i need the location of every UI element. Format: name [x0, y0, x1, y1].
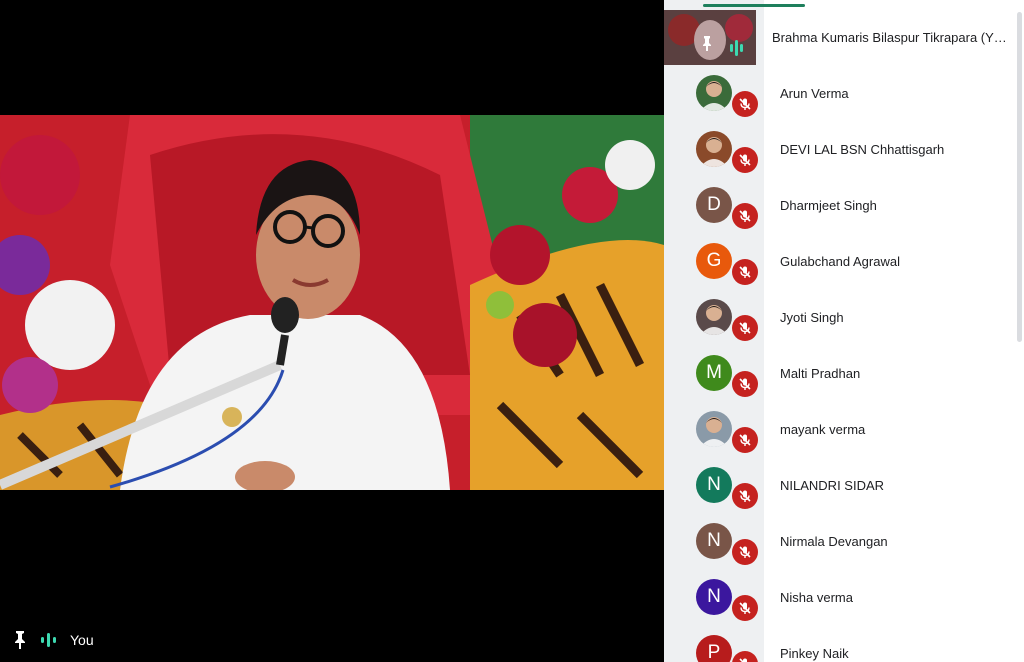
- mic-off-icon: [732, 427, 758, 453]
- speaker-video: [0, 115, 664, 490]
- participant-row[interactable]: D Dharmjeet Singh: [664, 187, 1014, 243]
- participant-name: Pinkey Naik: [780, 646, 849, 661]
- participant-name: DEVI LAL BSN Chhattisgarh: [780, 142, 945, 157]
- participants-scrollbar[interactable]: [1017, 12, 1022, 342]
- participant-row[interactable]: N Nirmala Devangan: [664, 523, 1014, 579]
- participant-name: NILANDRI SIDAR: [780, 478, 885, 493]
- mic-off-icon: [732, 539, 758, 565]
- mic-off-icon: [732, 483, 758, 509]
- participant-initial-avatar: M: [696, 355, 732, 391]
- participant-row[interactable]: P Pinkey Naik: [664, 635, 1014, 662]
- participant-row[interactable]: Jyoti Singh: [664, 299, 1014, 355]
- presenter-tile[interactable]: Brahma Kumaris Bilaspur Tikrapara (Y…: [664, 8, 1024, 66]
- active-tab-indicator: [703, 4, 805, 7]
- audio-level-icon: [41, 633, 56, 647]
- participant-initial-avatar: G: [696, 243, 732, 279]
- participant-initial: D: [707, 194, 721, 215]
- participant-initial-avatar: N: [696, 467, 732, 503]
- participant-photo-avatar: [696, 75, 732, 111]
- participant-initial: P: [707, 642, 721, 662]
- participant-name: mayank verma: [780, 422, 866, 437]
- mic-off-icon: [732, 651, 758, 662]
- participant-name: Jyoti Singh: [780, 310, 844, 325]
- participant-row[interactable]: N Nisha verma: [664, 579, 1014, 635]
- participant-row[interactable]: DEVI LAL BSN Chhattisgarh: [664, 131, 1014, 187]
- participant-photo-avatar: [696, 299, 732, 335]
- mic-off-icon: [732, 203, 758, 229]
- mic-off-icon: [732, 595, 758, 621]
- participant-row[interactable]: mayank verma: [664, 411, 1014, 467]
- participant-name: Nirmala Devangan: [780, 534, 888, 549]
- self-tile-label: You: [12, 630, 94, 650]
- mic-off-icon: [732, 371, 758, 397]
- participant-photo-avatar: [696, 131, 732, 167]
- participant-initial-avatar: P: [696, 635, 732, 662]
- participant-name: Nisha verma: [780, 590, 853, 605]
- participant-row[interactable]: G Gulabchand Agrawal: [664, 243, 1014, 299]
- participants-panel: Brahma Kumaris Bilaspur Tikrapara (Y… Ar…: [664, 0, 1024, 662]
- participant-name: Malti Pradhan: [780, 366, 861, 381]
- participant-initial: N: [707, 530, 721, 551]
- participant-row[interactable]: Arun Verma: [664, 75, 1014, 131]
- speaker-video-frame: [0, 115, 664, 490]
- participant-initial: N: [707, 586, 721, 607]
- mic-off-icon: [732, 147, 758, 173]
- presenter-name: Brahma Kumaris Bilaspur Tikrapara (Y…: [772, 30, 1007, 45]
- participant-initial: M: [706, 362, 722, 383]
- mic-off-icon: [732, 259, 758, 285]
- participant-row[interactable]: M Malti Pradhan: [664, 355, 1014, 411]
- participant-name: Arun Verma: [780, 86, 849, 101]
- participant-photo-avatar: [696, 411, 732, 447]
- participant-initial: N: [707, 474, 721, 495]
- participant-name: Gulabchand Agrawal: [780, 254, 900, 269]
- mic-off-icon: [732, 315, 758, 341]
- participant-initial-avatar: N: [696, 523, 732, 559]
- main-stage: You: [0, 0, 664, 662]
- participant-name: Dharmjeet Singh: [780, 198, 877, 213]
- participant-initial: G: [706, 250, 722, 271]
- presenter-thumbnail: [664, 10, 756, 65]
- participant-initial-avatar: D: [696, 187, 732, 223]
- pin-icon[interactable]: [12, 630, 28, 650]
- self-name-label: You: [70, 632, 94, 648]
- mic-off-icon: [732, 91, 758, 117]
- participant-initial-avatar: N: [696, 579, 732, 615]
- participant-row[interactable]: N NILANDRI SIDAR: [664, 467, 1014, 523]
